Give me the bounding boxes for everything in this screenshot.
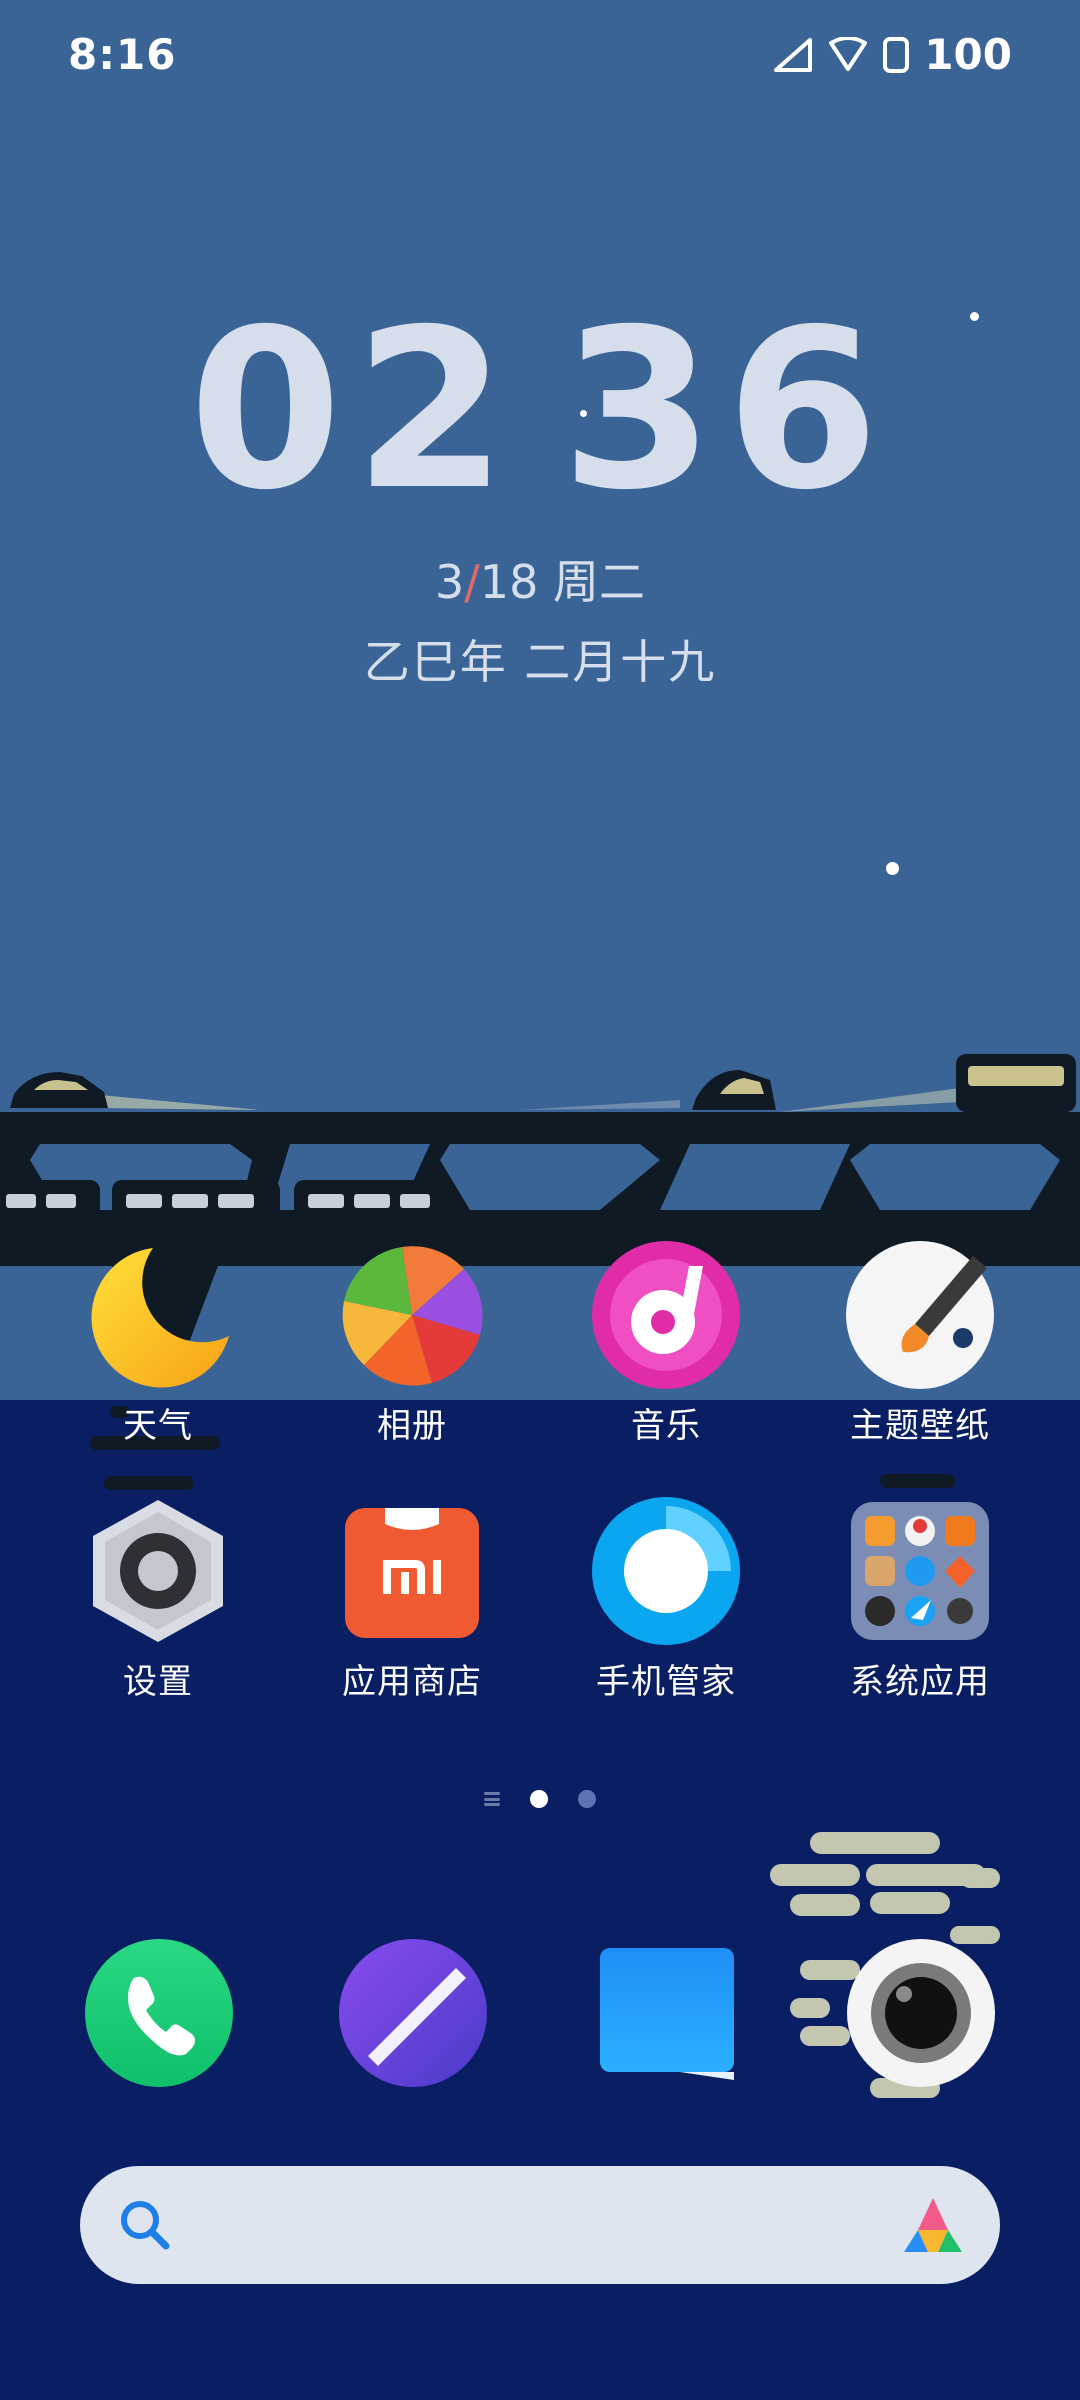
search-icon xyxy=(118,2198,172,2256)
app-store-icon xyxy=(337,1496,487,1646)
app-system-folder-label: 系统应用 xyxy=(850,1662,990,1702)
lunar-date: 乙巳年 二月十九 xyxy=(363,635,717,689)
star-2 xyxy=(886,862,899,875)
app-gallery-label: 相册 xyxy=(377,1406,447,1446)
app-drawer-indicator[interactable] xyxy=(484,1792,500,1806)
app-security[interactable]: 手机管家 xyxy=(566,1496,766,1703)
phone-icon xyxy=(85,1939,233,2087)
dock-browser[interactable] xyxy=(338,1938,488,2088)
app-settings[interactable]: 设置 xyxy=(58,1496,258,1703)
app-gallery[interactable]: 相册 xyxy=(312,1240,512,1447)
page-dot-1[interactable] xyxy=(530,1790,548,1808)
app-weather-label: 天气 xyxy=(123,1406,193,1446)
messages-icon xyxy=(600,1948,734,2080)
camera-icon xyxy=(847,1939,995,2087)
app-settings-label: 设置 xyxy=(123,1662,193,1702)
battery-level: 100 xyxy=(924,30,1012,79)
app-themes-label: 主题壁纸 xyxy=(850,1406,990,1446)
app-themes[interactable]: 主题壁纸 xyxy=(820,1240,1020,1447)
dock-camera[interactable] xyxy=(846,1938,996,2088)
app-music-label: 音乐 xyxy=(631,1406,701,1446)
settings-icon xyxy=(83,1496,233,1646)
clock-date: 3/18 周二 xyxy=(0,546,1080,612)
page-dot-2[interactable] xyxy=(578,1790,596,1808)
wifi-icon xyxy=(828,36,868,73)
page-indicator[interactable] xyxy=(0,1790,1080,1808)
status-time: 8:16 xyxy=(68,30,177,79)
assistant-icon[interactable] xyxy=(902,2196,964,2258)
search-bar[interactable] xyxy=(80,2166,1000,2284)
browser-icon xyxy=(339,1939,487,2087)
app-weather[interactable]: 天气 xyxy=(58,1240,258,1447)
clock-time: 02 36 xyxy=(0,300,1080,520)
clock-minute: 36 xyxy=(561,282,892,538)
date-day: 18 xyxy=(479,555,539,609)
gallery-icon xyxy=(337,1240,487,1390)
date-separator: / xyxy=(464,555,480,609)
signal-icon xyxy=(772,37,814,73)
water-reflection-right xyxy=(880,1474,956,1488)
weather-icon xyxy=(83,1240,233,1390)
system-apps-folder-icon xyxy=(845,1496,995,1646)
app-store-label: 应用商店 xyxy=(342,1662,482,1702)
security-icon xyxy=(591,1496,741,1646)
app-system-folder[interactable]: 系统应用 xyxy=(820,1496,1020,1703)
music-icon xyxy=(591,1240,741,1390)
battery-icon xyxy=(882,36,910,74)
app-store[interactable]: 应用商店 xyxy=(312,1496,512,1703)
themes-icon xyxy=(845,1240,995,1390)
date-month: 3 xyxy=(435,555,465,609)
status-bar: 8:16 100 xyxy=(0,0,1080,110)
clock-hour: 02 xyxy=(188,282,519,538)
date-weekday: 周二 xyxy=(552,555,645,609)
app-music[interactable]: 音乐 xyxy=(566,1240,766,1447)
dock-phone[interactable] xyxy=(84,1938,234,2088)
app-security-label: 手机管家 xyxy=(596,1662,736,1702)
clock-widget[interactable]: 02 36 3/18 周二 乙巳年 二月十九 xyxy=(0,300,1080,692)
dock-messages[interactable] xyxy=(592,1938,742,2088)
